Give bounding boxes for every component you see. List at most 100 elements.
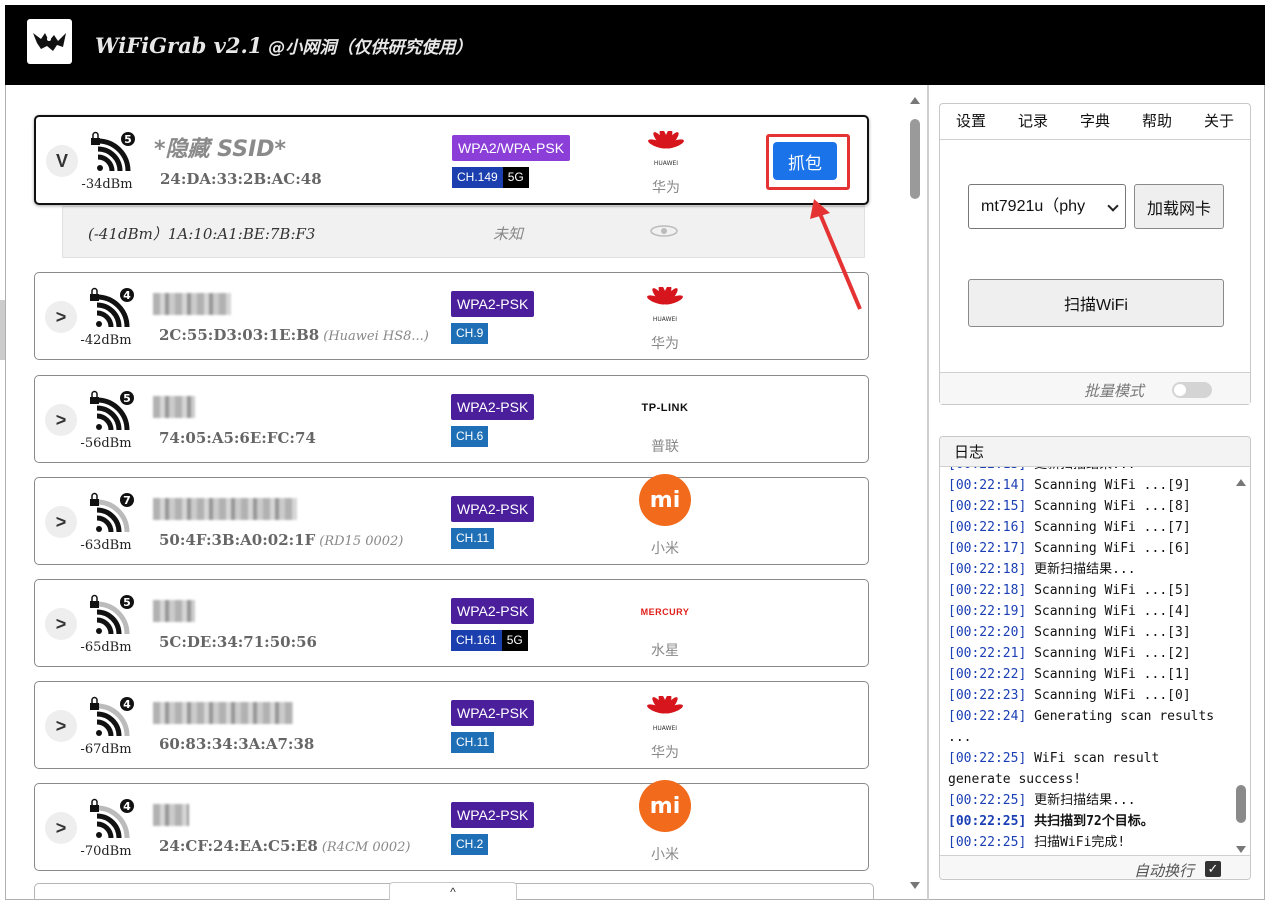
network-card[interactable]: >4 -67dBm 60:83:34:3A:A7:38 WPA2-PSK CH.11 HU… <box>34 681 869 769</box>
band-badge: 5G <box>502 167 529 188</box>
wifi-signal-lock-icon: 4 <box>90 696 134 737</box>
network-card[interactable]: >5 -65dBm 5C:DE:34:71:50:56 WPA2-PSK CH.161 5… <box>34 579 869 667</box>
auto-wrap-checkbox[interactable]: ✓ <box>1205 861 1221 877</box>
log-line: [00:22:24] Generating scan results <box>948 706 1214 727</box>
interface-select[interactable]: mt7921u（phy <box>968 184 1126 229</box>
mac-address: 50:4F:3B:A0:02:1F <box>159 531 316 549</box>
scroll-down-arrow-icon[interactable] <box>910 882 920 889</box>
load-adapter-button[interactable]: 加载网卡 <box>1134 184 1224 229</box>
log-footer: 自动换行 ✓ <box>940 855 1250 879</box>
app-subtitle: @小网洞（仅供研究使用） <box>268 38 473 58</box>
network-card[interactable]: >5 -56dBm 74:05:A5:6E:FC:74 WPA2-PSK CH.6 TP-… <box>34 375 869 463</box>
log-timestamp: [00:22:18] <box>948 583 1027 598</box>
signal-dbm: -63dBm <box>80 538 132 553</box>
vendor-name: 普联 <box>651 438 679 454</box>
log-text: 更新扫描结果... <box>1034 467 1135 472</box>
expand-toggle[interactable]: > <box>45 404 77 436</box>
expand-toggle[interactable]: > <box>45 301 77 333</box>
log-timestamp: [00:22:17] <box>948 541 1027 556</box>
expand-toggle[interactable]: > <box>45 710 77 742</box>
svg-text:5: 5 <box>123 392 131 405</box>
app-title: WiFiGrab v2.1 @小网洞（仅供研究使用） <box>95 33 473 58</box>
vendor-name: 华为 <box>651 744 679 760</box>
list-scroll-thumb[interactable] <box>910 119 920 199</box>
encryption-badge: WPA2-PSK <box>451 598 535 624</box>
network-card[interactable]: >4 -70dBm 24:CF:24:EA:C5:E8 (R4CM 0002) WPA2… <box>34 780 869 871</box>
panel-divider[interactable] <box>927 85 929 900</box>
log-timestamp: [00:22:22] <box>948 667 1027 682</box>
bssid-mac: 24:DA:33:2B:AC:48 <box>160 170 322 188</box>
signal-dbm: -67dBm <box>80 742 132 757</box>
menu-item-4[interactable]: 关于 <box>1188 104 1250 139</box>
bssid-mac: 24:CF:24:EA:C5:E8 (R4CM 0002) <box>159 837 411 855</box>
encryption-badge: WPA2-PSK <box>451 291 535 317</box>
log-line: [00:22:18] Scanning WiFi ...[5] <box>948 580 1191 601</box>
scan-wifi-button[interactable]: 扫描WiFi <box>968 279 1224 327</box>
menu-item-0[interactable]: 设置 <box>940 104 1002 139</box>
log-scroll-up-icon[interactable] <box>1236 479 1246 486</box>
expand-toggle[interactable]: > <box>45 506 77 538</box>
bssid-mac: 74:05:A5:6E:FC:74 <box>159 429 316 447</box>
expand-toggle[interactable]: > <box>45 608 77 640</box>
svg-text:7: 7 <box>123 494 131 507</box>
device-model: (RD15 0002) <box>319 534 404 549</box>
log-line: [00:22:23] Scanning WiFi ...[0] <box>948 685 1191 706</box>
log-scroll-down-icon[interactable] <box>1236 846 1246 853</box>
mac-address: 5C:DE:34:71:50:56 <box>159 633 317 651</box>
svg-text:HUAWEI: HUAWEI <box>653 725 677 732</box>
log-scroll-thumb[interactable] <box>1236 785 1246 823</box>
toggle-knob <box>1174 384 1186 396</box>
log-timestamp: [00:22:16] <box>948 520 1027 535</box>
list-scrollbar[interactable] <box>906 93 924 893</box>
app-logo-icon <box>27 19 72 64</box>
svg-text:HUAWEI: HUAWEI <box>654 160 678 167</box>
log-text: generate success! <box>948 772 1082 787</box>
channel-badge: CH.6 <box>451 426 489 447</box>
mac-address: 60:83:34:3A:A7:38 <box>159 735 315 753</box>
log-text: Generating scan results <box>1034 709 1215 724</box>
log-timestamp: [00:22:18] <box>948 562 1027 577</box>
network-card[interactable]: >4 -42dBm 2C:55:D3:03:1E:B8 (Huawei HS8...)… <box>34 272 869 360</box>
network-card[interactable]: >7 -63dBm 50:4F:3B:A0:02:1F (RD15 0002) WPA2… <box>34 474 869 565</box>
expand-toggle[interactable]: > <box>45 812 77 844</box>
batch-mode-toggle[interactable] <box>1172 382 1212 398</box>
batch-mode-label: 批量模式 <box>1084 383 1145 400</box>
menu-item-3[interactable]: 帮助 <box>1126 104 1188 139</box>
ssid-redacted <box>153 498 297 520</box>
xiaomi-logo: mi <box>633 474 697 526</box>
collapse-toggle[interactable]: V <box>46 145 78 177</box>
log-line: [00:22:25] 更新扫描结果... <box>948 790 1136 811</box>
wifi-signal-lock-icon: 4 <box>90 287 134 328</box>
vendor-name: 小米 <box>651 846 679 862</box>
log-text: Scanning WiFi ...[4] <box>1034 604 1191 619</box>
log-text: Scanning WiFi ...[0] <box>1034 688 1191 703</box>
ssid-redacted <box>153 293 231 315</box>
signal-dbm: -65dBm <box>80 640 132 655</box>
log-text: Scanning WiFi ...[1] <box>1034 667 1191 682</box>
ssid-redacted <box>153 396 195 418</box>
log-text: Scanning WiFi ...[5] <box>1034 583 1191 598</box>
log-line: [00:22:14] Scanning WiFi ...[9] <box>948 475 1191 496</box>
log-line: [00:22:22] Scanning WiFi ...[1] <box>948 664 1191 685</box>
scroll-up-arrow-icon[interactable] <box>910 97 920 104</box>
log-scrollbar[interactable] <box>1234 473 1248 853</box>
channel-badges: CH.149 5G <box>452 167 529 188</box>
log-text: WiFi scan result <box>1034 751 1160 766</box>
device-model: (R4CM 0002) <box>321 840 411 855</box>
log-timestamp: [00:22:19] <box>948 604 1027 619</box>
log-line: ... <box>948 727 971 748</box>
log-text: Scanning WiFi ...[7] <box>1034 520 1191 535</box>
signal-dbm: -56dBm <box>80 436 132 451</box>
network-list: (-41dBm）1A:10:A1:BE:7B:F3 未知 ^ V 5 -34dBm *… <box>6 85 926 900</box>
channel-badges: CH.9 <box>451 323 489 344</box>
ssid-redacted <box>153 702 293 724</box>
capture-button[interactable]: 抓包 <box>773 142 837 180</box>
network-card[interactable]: V 5 -34dBm *隐藏 SSID* 24:DA:33:2B:AC:48 WPA2/W… <box>34 115 869 205</box>
mac-address: 24:CF:24:EA:C5:E8 <box>159 837 318 855</box>
scroll-to-top-button[interactable]: ^ <box>389 882 517 900</box>
menu-item-2[interactable]: 字典 <box>1064 104 1126 139</box>
log-text: Scanning WiFi ...[3] <box>1034 625 1191 640</box>
sub-station-row[interactable]: (-41dBm）1A:10:A1:BE:7B:F3 未知 <box>62 206 865 258</box>
log-content[interactable]: [00:22:13] 更新扫描结果...[00:22:14] Scanning … <box>940 467 1232 855</box>
menu-item-1[interactable]: 记录 <box>1002 104 1064 139</box>
